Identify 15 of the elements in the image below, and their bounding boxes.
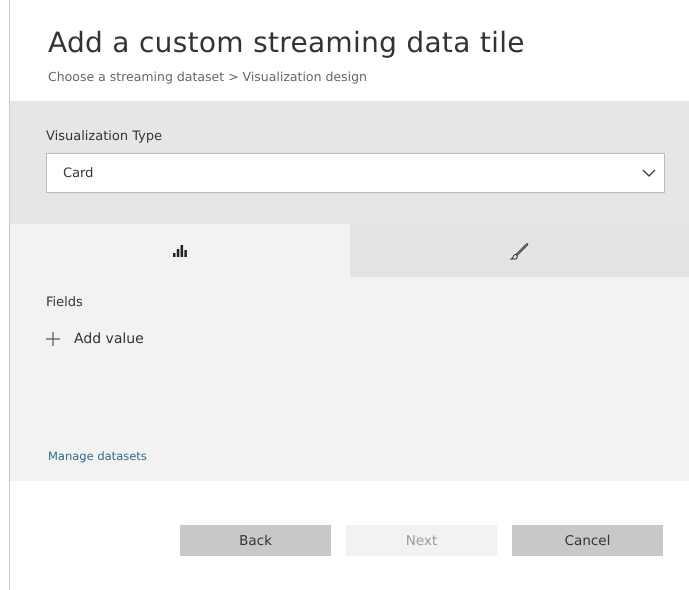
dialog-button[interactable]: Cancel xyxy=(512,525,663,556)
plus-icon xyxy=(46,332,60,346)
breadcrumb: Choose a streaming dataset > Visualization design xyxy=(48,69,368,84)
fields-label: Fields xyxy=(46,295,84,310)
tab[interactable] xyxy=(10,224,350,277)
add-value-button[interactable]: Add value xyxy=(46,331,144,347)
brush-icon xyxy=(509,242,530,260)
visualization-type-dropdown[interactable]: Card xyxy=(46,153,665,193)
manage-datasets-link[interactable]: Manage datasets xyxy=(48,449,147,463)
chevron-down-icon xyxy=(642,169,656,177)
field-label: Visualization Type xyxy=(46,129,164,144)
bar-chart-icon xyxy=(172,244,187,256)
tab[interactable] xyxy=(350,224,689,277)
dialog-button[interactable]: Back xyxy=(180,525,331,556)
dialog-title: Add a custom streaming data tile xyxy=(48,26,526,59)
